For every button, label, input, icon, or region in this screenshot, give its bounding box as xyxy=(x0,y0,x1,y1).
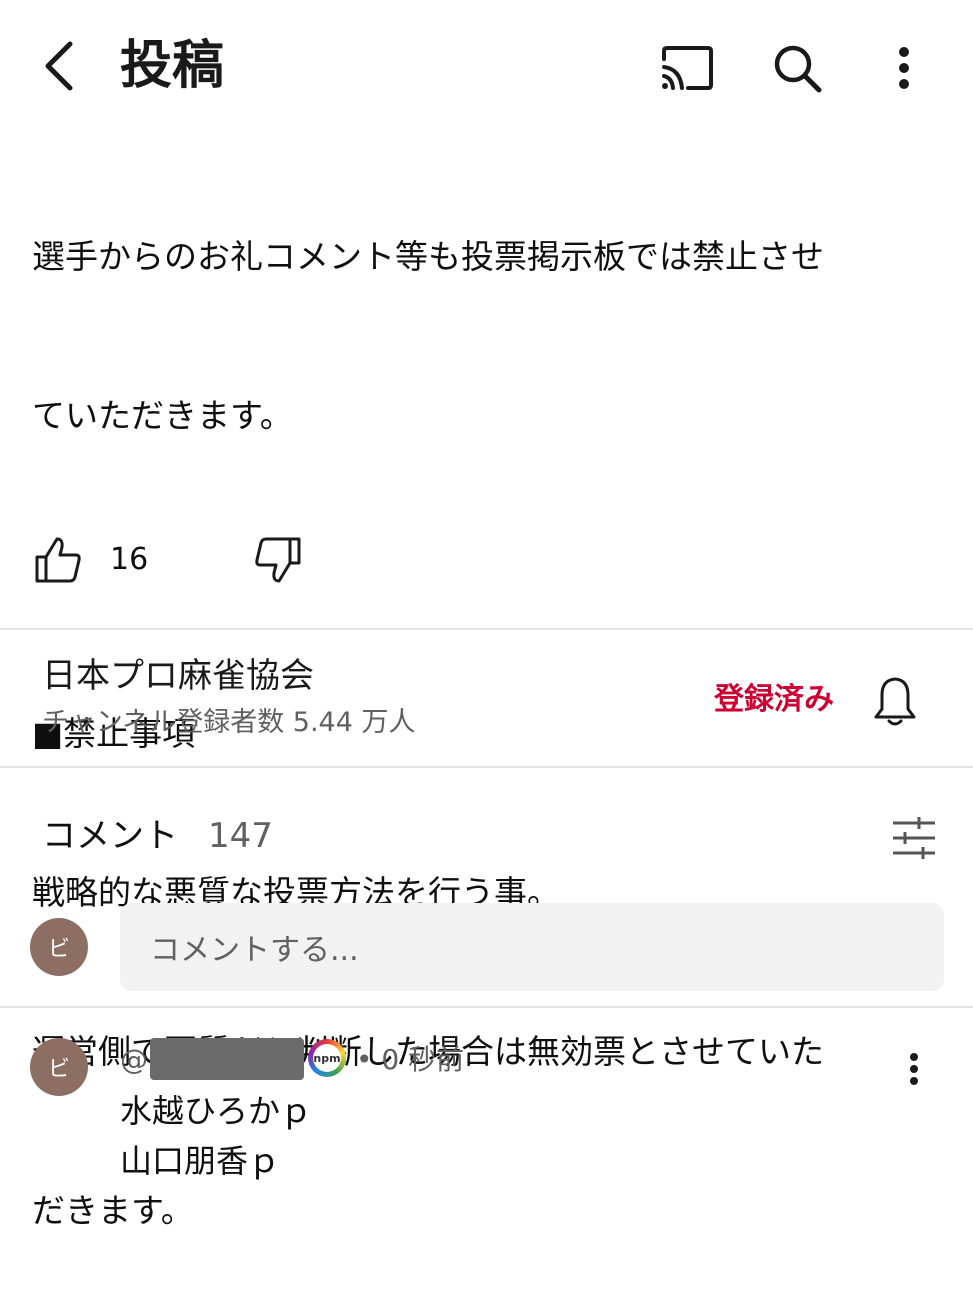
bell-icon xyxy=(874,677,916,726)
comment-text-line: 山口朋香ｐ xyxy=(120,1142,281,1180)
comment-handle-prefix: @ xyxy=(120,1043,148,1076)
like-button[interactable] xyxy=(30,532,86,588)
post-line: 選手からのお礼コメント等も投票掲示板では禁止させ xyxy=(32,237,824,276)
subscribed-button[interactable]: 登録済み xyxy=(714,678,834,722)
more-vert-icon xyxy=(910,1053,918,1085)
commenter-avatar[interactable]: ビ xyxy=(30,1038,88,1096)
dislike-button[interactable] xyxy=(250,532,306,588)
post-line xyxy=(32,548,942,601)
cast-button[interactable] xyxy=(654,40,718,96)
badge-label: npm xyxy=(313,1044,341,1072)
like-count: 16 xyxy=(110,542,149,577)
cast-icon xyxy=(662,46,713,90)
back-button[interactable] xyxy=(30,36,90,96)
divider xyxy=(0,628,973,630)
page-title: 投稿 xyxy=(120,36,225,96)
comment-input[interactable]: コメントする... xyxy=(120,903,944,991)
post-line: だきます。 xyxy=(32,1191,194,1230)
more-vert-icon xyxy=(899,47,909,89)
comments-title: コメント xyxy=(42,816,178,856)
sort-comments-button[interactable] xyxy=(884,808,944,868)
search-icon xyxy=(774,45,822,93)
comment-timestamp: • 0 秒前 xyxy=(356,1043,465,1076)
subscriber-count: チャンネル登録者数 5.44 万人 xyxy=(42,707,416,738)
redacted-handle xyxy=(150,1038,304,1080)
user-avatar: ビ xyxy=(30,918,88,976)
thumbs-down-icon xyxy=(255,537,301,583)
thumbs-up-icon xyxy=(35,537,81,583)
more-options-button[interactable] xyxy=(884,40,924,96)
sort-filter-icon xyxy=(893,817,935,859)
channel-name[interactable]: 日本プロ麻雀協会 xyxy=(42,652,314,700)
back-arrow-icon xyxy=(45,41,73,91)
divider xyxy=(0,766,973,768)
comment-more-button[interactable] xyxy=(894,1046,934,1092)
divider xyxy=(0,1006,973,1008)
membership-badge-icon: npm xyxy=(308,1039,346,1077)
comments-count: 147 xyxy=(208,816,273,856)
search-button[interactable] xyxy=(766,38,828,98)
comment-text-line: 水越ひろかｐ xyxy=(120,1092,313,1130)
notification-bell-button[interactable] xyxy=(866,672,924,730)
post-line: ていただきます。 xyxy=(32,396,293,435)
